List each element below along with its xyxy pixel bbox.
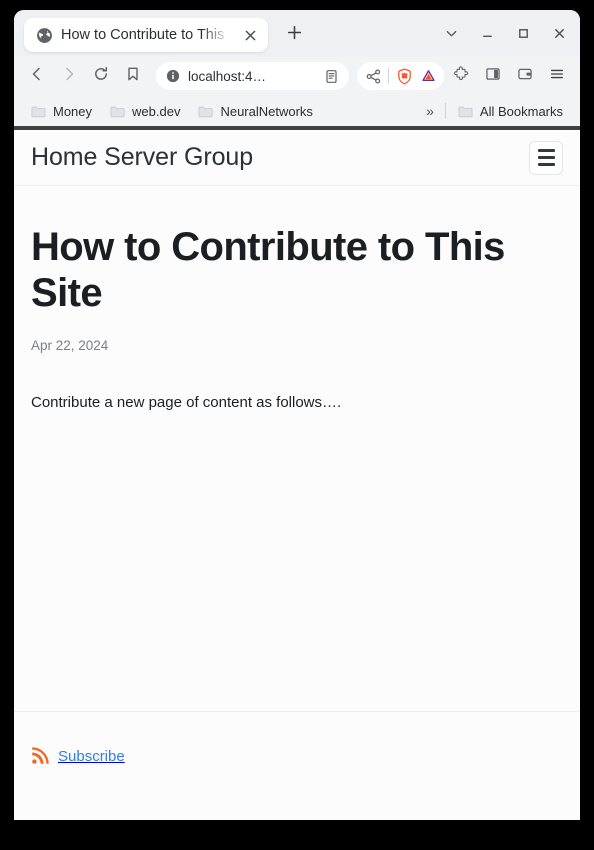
extensions-button[interactable] [446, 61, 476, 91]
forward-button[interactable] [54, 61, 84, 91]
hamburger-bar [537, 156, 555, 159]
close-window-button[interactable] [542, 22, 576, 50]
tab-search-button[interactable] [434, 22, 468, 50]
window-controls [434, 22, 576, 50]
globe-icon [36, 27, 53, 44]
bookmark-label: web.dev [132, 103, 181, 119]
bookmark-icon [125, 66, 141, 87]
page-viewport: Home Server Group How to Contribute to T… [14, 126, 580, 820]
folder-icon [110, 105, 125, 118]
brave-shields-icon[interactable] [392, 64, 416, 88]
back-button[interactable] [22, 61, 52, 91]
site-title[interactable]: Home Server Group [31, 143, 253, 172]
url-text: localhost:4… [188, 68, 267, 84]
arrow-left-icon [29, 66, 45, 87]
page-title: How to Contribute to This Site [31, 225, 505, 316]
site-info-icon[interactable] [166, 69, 180, 83]
bookmark-folder-neuralnetworks[interactable]: NeuralNetworks [191, 101, 319, 122]
post-date: Apr 22, 2024 [31, 337, 109, 353]
hamburger-bar [537, 163, 555, 166]
puzzle-icon [453, 65, 469, 87]
site-footer: Subscribe [14, 711, 580, 770]
subscribe-label: Subscribe [58, 747, 125, 765]
folder-icon [198, 105, 213, 118]
article: How to Contribute to This Site Apr 22, 2… [14, 186, 580, 414]
browser-toolbar: localhost:4… [14, 56, 580, 96]
maximize-button[interactable] [506, 22, 540, 50]
bookmark-button[interactable] [118, 61, 148, 91]
bookmarks-bar: Money web.dev NeuralNetworks » All Bookm… [14, 96, 580, 126]
sidebar-icon [485, 66, 501, 87]
close-icon[interactable] [240, 25, 260, 45]
browser-window: How to Contribute to This Site [14, 10, 580, 820]
wallet-icon [517, 66, 533, 87]
reading-list-icon[interactable] [319, 64, 343, 88]
all-bookmarks-button[interactable]: All Bookmarks [451, 101, 570, 122]
bookmark-label: Money [53, 103, 93, 119]
all-bookmarks-label: All Bookmarks [479, 103, 563, 119]
bookmarks-divider [444, 103, 446, 119]
folder-icon [458, 105, 473, 118]
folder-icon [31, 105, 46, 118]
screen: How to Contribute to This Site [0, 0, 594, 850]
share-icon[interactable] [361, 64, 385, 88]
site-header: Home Server Group [14, 126, 580, 186]
reload-button[interactable] [86, 61, 116, 91]
sidebar-button[interactable] [478, 61, 508, 91]
post-body: Contribute a new page of content as foll… [31, 393, 342, 411]
reload-icon [93, 66, 109, 87]
browser-menu-button[interactable] [542, 61, 572, 91]
site-menu-button[interactable] [529, 140, 563, 175]
hamburger-icon [549, 66, 565, 87]
bookmarks-bar-right: » All Bookmarks [420, 100, 570, 122]
hamburger-bar [537, 149, 555, 152]
subscribe-link[interactable]: Subscribe [31, 747, 125, 765]
maximize-icon [517, 27, 530, 45]
rss-icon [31, 747, 49, 765]
arrow-right-icon [61, 66, 77, 87]
new-tab-button[interactable] [280, 21, 308, 49]
chevron-down-icon [445, 27, 458, 45]
wallet-button[interactable] [510, 61, 540, 91]
tab-title: How to Contribute to This Site [61, 27, 232, 43]
minimize-button[interactable] [470, 22, 504, 50]
plus-icon [287, 25, 302, 45]
bookmark-folder-money[interactable]: Money [24, 101, 99, 122]
toolbar-divider [388, 68, 389, 84]
bookmarks-overflow-button[interactable]: » [420, 100, 440, 122]
brave-rewards-icon[interactable] [416, 64, 440, 88]
address-bar[interactable]: localhost:4… [156, 62, 349, 90]
close-icon [553, 27, 566, 45]
bookmark-folder-webdev[interactable]: web.dev [103, 101, 187, 122]
tab-strip: How to Contribute to This Site [14, 10, 580, 56]
browser-tab-active[interactable]: How to Contribute to This Site [24, 18, 268, 52]
omnibox-action-group [357, 62, 444, 90]
bookmark-label: NeuralNetworks [220, 103, 313, 119]
minimize-icon [481, 27, 494, 45]
